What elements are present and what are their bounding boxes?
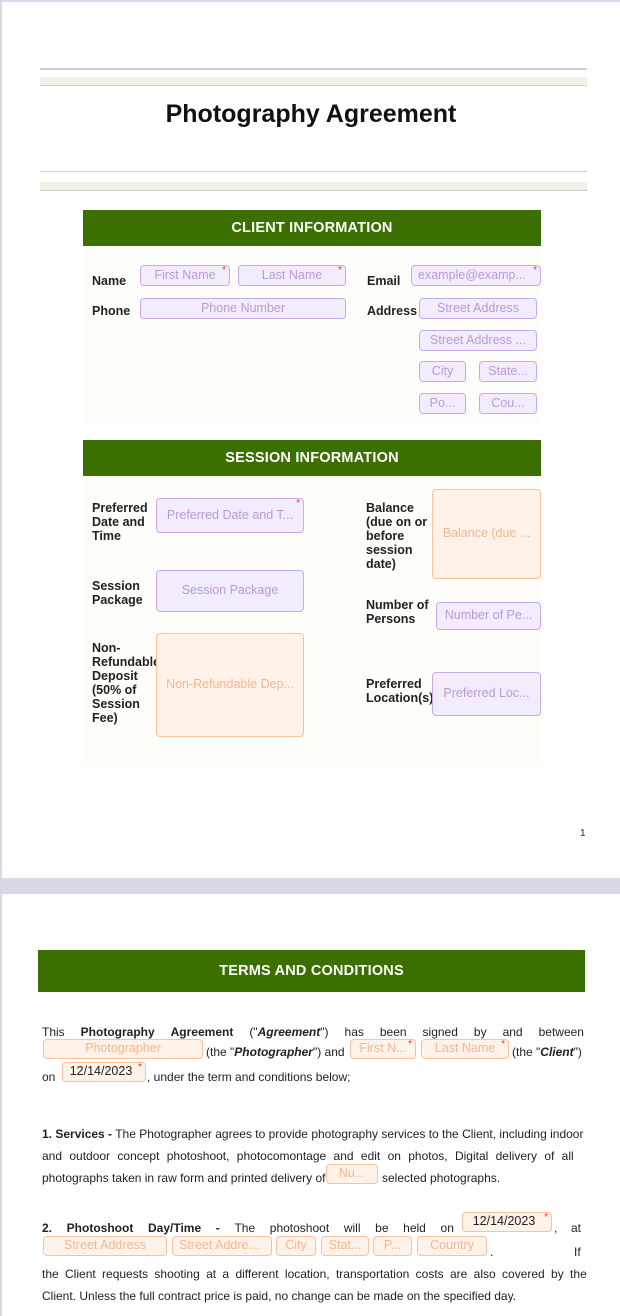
required-asterisk: * — [296, 498, 300, 509]
email-label: Email — [367, 274, 401, 288]
client-first-name-input[interactable]: First Name * — [140, 265, 230, 286]
client-street-address-2-input[interactable]: Street Address ... — [419, 330, 537, 351]
terms-header: TERMS AND CONDITIONS — [38, 950, 585, 992]
at-text: at — [571, 1221, 582, 1235]
client-role-text: (the "Client") — [512, 1045, 582, 1059]
required-asterisk: * — [138, 1062, 142, 1073]
session-information-header: SESSION INFORMATION — [83, 440, 541, 476]
client-city-input[interactable]: City — [419, 361, 466, 382]
period-text: . — [490, 1245, 494, 1259]
client-country-input[interactable]: Cou... — [479, 393, 537, 414]
preferred-date-input[interactable]: Preferred Date and T... * — [156, 498, 304, 533]
intro-tail-text: , under the term and conditions below; — [147, 1070, 351, 1084]
intro-line-1: This Photography Agreement ("Agreement")… — [42, 1025, 584, 1039]
services-line-3-a: photographs taken in raw form and printe… — [42, 1171, 326, 1185]
photoshoot-paragraph: 2. Photoshoot Day/Time - The photoshoot … — [42, 1212, 587, 1316]
page-2: TERMS AND CONDITIONS This Photography Ag… — [2, 894, 620, 1316]
address-label: Address — [367, 304, 418, 318]
printed-photos-number-input[interactable]: Nu... — [326, 1164, 378, 1184]
client-information-header: CLIENT INFORMATION — [83, 210, 541, 246]
photoshoot-state-input[interactable]: Stat... — [321, 1236, 369, 1256]
session-package-input[interactable]: Session Package — [156, 570, 304, 612]
page-number: 1 — [580, 828, 586, 839]
comma-text: , — [554, 1221, 558, 1235]
photoshoot-country-input[interactable]: Country — [417, 1236, 487, 1256]
client-email-input[interactable]: example@examp... * — [411, 265, 541, 286]
preferred-location-input[interactable]: Preferred Loc... — [432, 672, 541, 716]
required-asterisk: * — [533, 265, 537, 276]
photoshoot-line-4: Client. Unless the full contract price i… — [42, 1289, 517, 1303]
balance-input[interactable]: Balance (due ... — [432, 489, 541, 579]
header-rule-bottom — [40, 171, 587, 191]
photoshoot-date-input[interactable]: 12/14/2023 * — [462, 1212, 552, 1232]
services-line-3-b: selected photographs. — [382, 1171, 501, 1185]
photoshoot-line-1: 2. Photoshoot Day/Time - The photoshoot … — [42, 1221, 454, 1235]
location-label: Preferred Location(s) — [366, 677, 434, 705]
required-asterisk: * — [338, 265, 342, 276]
on-text: on — [42, 1070, 56, 1084]
photoshoot-city-input[interactable]: City — [276, 1236, 316, 1256]
persons-label: Number of Persons — [366, 598, 429, 626]
balance-label: Balance (due on or before session date) — [366, 501, 428, 571]
deposit-input[interactable]: Non-Refundable Dep... — [156, 633, 304, 737]
photoshoot-street-address-input[interactable]: Street Address — [43, 1236, 167, 1256]
services-line-1: 1. Services - The Photographer agrees to… — [42, 1127, 584, 1141]
photoshoot-postal-code-input[interactable]: P... — [373, 1236, 412, 1256]
client-phone-input[interactable]: Phone Number — [140, 298, 346, 319]
photoshoot-line-3: the Client requests shooting at a differ… — [42, 1267, 587, 1281]
client-postal-code-input[interactable]: Po... — [419, 393, 466, 414]
photoshoot-street-address-2-input[interactable]: Street Addres... — [172, 1236, 272, 1256]
services-line-2: and outdoor concept photoshoot, photocom… — [42, 1149, 574, 1163]
deposit-label: Non-Refundable Deposit (50% of Session F… — [92, 641, 161, 725]
session-package-label: Session Package — [92, 579, 143, 607]
photographer-role-text: (the "Photographer") and — [206, 1045, 345, 1059]
phone-label: Phone — [92, 304, 131, 318]
client-first-name-inline-input[interactable]: First N... * — [350, 1039, 416, 1059]
header-rule-top — [40, 68, 587, 86]
required-asterisk: * — [501, 1039, 505, 1050]
required-asterisk: * — [222, 265, 226, 276]
client-street-address-input[interactable]: Street Address — [419, 298, 537, 319]
client-last-name-input[interactable]: Last Name * — [238, 265, 346, 286]
agreement-date-input[interactable]: 12/14/2023 * — [62, 1062, 146, 1082]
document-title: Photography Agreement — [165, 100, 457, 128]
required-asterisk: * — [408, 1039, 412, 1050]
client-state-input[interactable]: State... — [479, 361, 537, 382]
if-text: If — [574, 1245, 581, 1259]
client-last-name-inline-input[interactable]: Last Name * — [421, 1039, 509, 1059]
photographer-name-input[interactable]: Photographer — [43, 1039, 203, 1059]
required-asterisk: * — [544, 1212, 548, 1223]
services-paragraph: 1. Services - The Photographer agrees to… — [42, 1124, 584, 1186]
number-of-persons-input[interactable]: Number of Pe... — [436, 602, 541, 630]
intro-paragraph: This Photography Agreement ("Agreement")… — [42, 1022, 584, 1092]
preferred-date-label: Preferred Date and Time — [92, 501, 148, 543]
name-label: Name — [92, 274, 127, 288]
page-1: Photography Agreement CLIENT INFORMATION… — [2, 2, 620, 878]
